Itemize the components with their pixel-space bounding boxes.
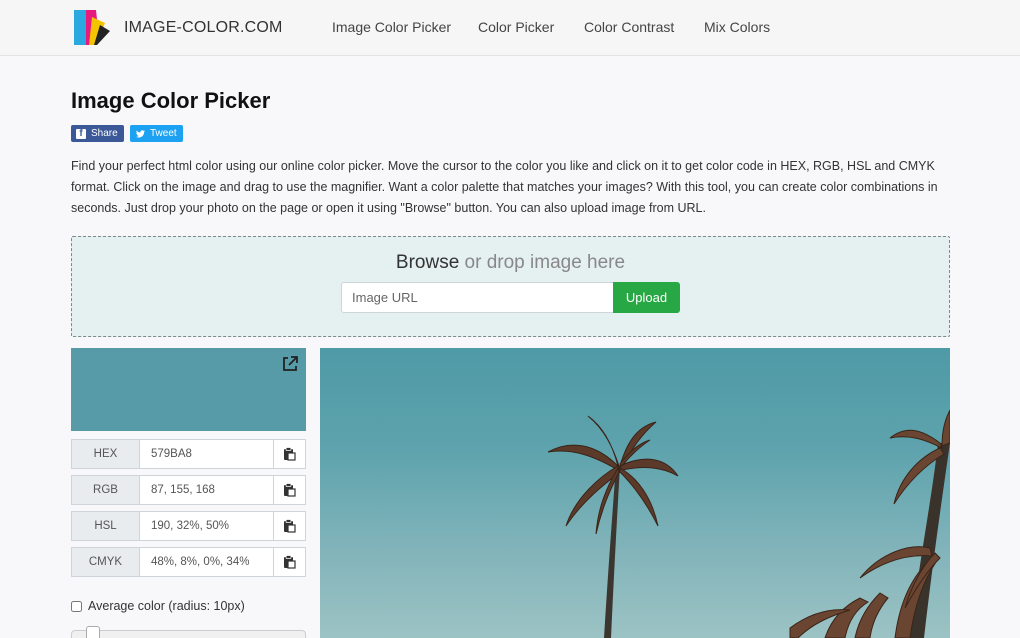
copy-cmyk-button[interactable] — [273, 548, 305, 576]
brand-name: IMAGE-COLOR.COM — [124, 19, 283, 36]
page-description: Find your perfect html color using our o… — [71, 159, 938, 215]
brand-logo-icon — [74, 10, 110, 45]
twitter-icon — [135, 129, 145, 139]
average-color-label: Average color (radius: 10px) — [88, 599, 245, 613]
brand-logo-link[interactable]: IMAGE-COLOR.COM — [72, 9, 283, 47]
clipboard-icon — [284, 447, 296, 461]
dropzone-title: Browse or drop image here — [72, 252, 949, 274]
facebook-share-button[interactable]: f Share — [71, 125, 124, 142]
rgb-row: RGB 87, 155, 168 — [71, 475, 306, 505]
upload-button[interactable]: Upload — [613, 282, 680, 313]
hsl-value[interactable]: 190, 32%, 50% — [140, 512, 273, 540]
copy-rgb-button[interactable] — [273, 476, 305, 504]
hex-label: HEX — [72, 440, 140, 468]
hex-value[interactable]: 579BA8 — [140, 440, 273, 468]
cmyk-label: CMYK — [72, 548, 140, 576]
hex-row: HEX 579BA8 — [71, 439, 306, 469]
nav-link-color-picker[interactable]: Color Picker — [478, 19, 554, 35]
nav-link-image-color-picker[interactable]: Image Color Picker — [332, 19, 451, 35]
radius-slider[interactable] — [71, 630, 306, 638]
rgb-value[interactable]: 87, 155, 168 — [140, 476, 273, 504]
image-url-input[interactable] — [341, 282, 613, 313]
hsl-row: HSL 190, 32%, 50% — [71, 511, 306, 541]
cmyk-row: CMYK 48%, 8%, 0%, 34% — [71, 547, 306, 577]
top-navbar: IMAGE-COLOR.COM Image Color Picker Color… — [0, 0, 1020, 56]
clipboard-icon — [284, 555, 296, 569]
rgb-label: RGB — [72, 476, 140, 504]
external-link-icon[interactable] — [281, 355, 299, 373]
tweet-label: Tweet — [150, 128, 177, 139]
selected-color-swatch — [71, 348, 306, 431]
drop-text: or drop image here — [459, 252, 626, 273]
facebook-icon: f — [76, 128, 86, 139]
image-canvas[interactable] — [320, 348, 950, 638]
hsl-label: HSL — [72, 512, 140, 540]
image-dropzone[interactable]: Browse or drop image here Upload — [71, 236, 950, 337]
clipboard-icon — [284, 483, 296, 497]
nav-link-color-contrast[interactable]: Color Contrast — [584, 19, 674, 35]
cmyk-value[interactable]: 48%, 8%, 0%, 34% — [140, 548, 273, 576]
radius-slider-handle[interactable] — [86, 626, 100, 638]
copy-hsl-button[interactable] — [273, 512, 305, 540]
share-label: Share — [91, 128, 118, 139]
tweet-button[interactable]: Tweet — [130, 125, 183, 142]
average-color-option[interactable]: Average color (radius: 10px) — [71, 599, 245, 613]
palm-tree-photo — [547, 409, 950, 638]
average-color-checkbox[interactable] — [71, 600, 82, 612]
nav-link-mix-colors[interactable]: Mix Colors — [704, 19, 770, 35]
browse-link[interactable]: Browse — [396, 252, 459, 273]
copy-hex-button[interactable] — [273, 440, 305, 468]
clipboard-icon — [284, 519, 296, 533]
page-title: Image Color Picker — [71, 88, 271, 113]
